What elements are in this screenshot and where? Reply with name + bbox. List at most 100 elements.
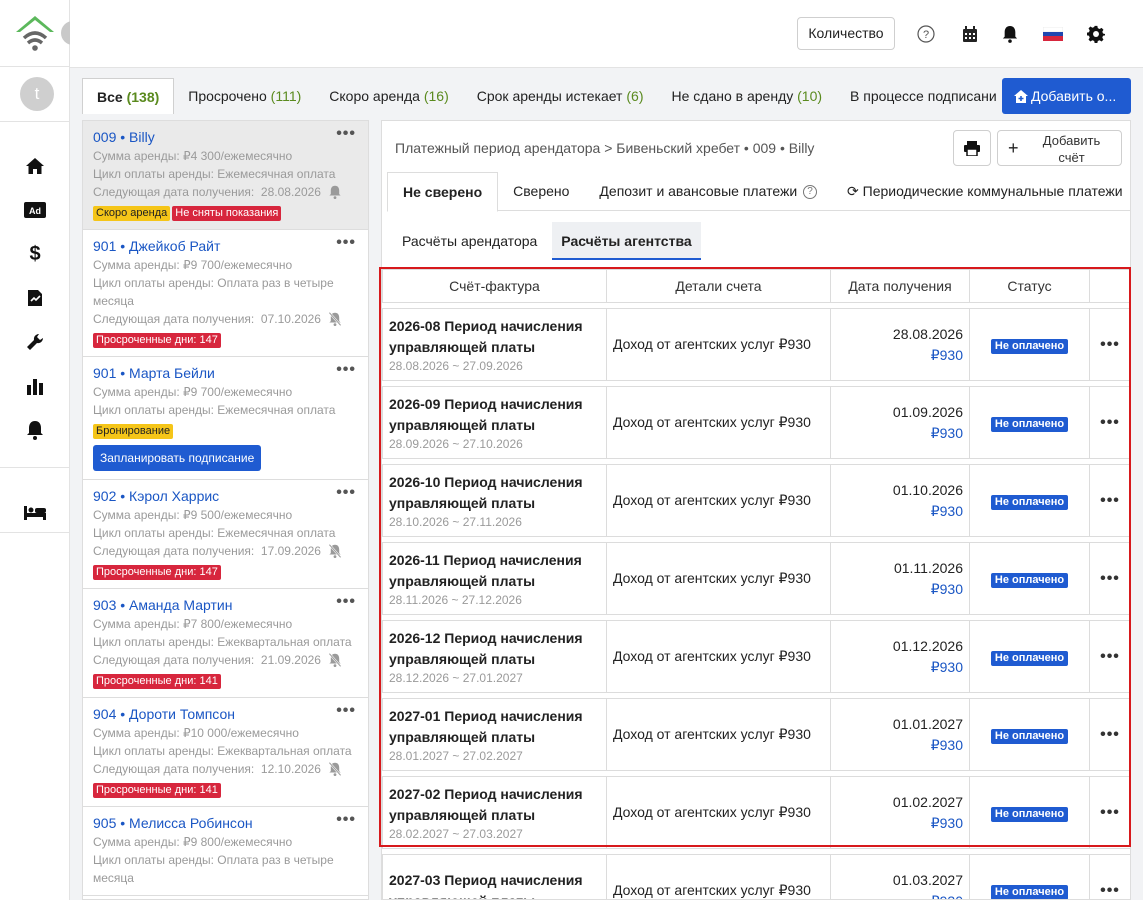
reconcile-tabs: Не сверено Сверено Депозит и авансовые пла… [387, 172, 1130, 212]
tenant-card[interactable]: 905 • Мелисса Робинсон ••• Сумма аренды:… [83, 807, 368, 896]
tenant-name[interactable]: Мелисса Робинсон [129, 815, 253, 831]
russian-flag-icon[interactable] [1043, 24, 1063, 44]
subtab-tenant-settlements[interactable]: Расчёты арендатора [393, 222, 546, 260]
tenant-name[interactable]: Аманда Мартин [129, 597, 232, 613]
more-options-icon[interactable]: ••• [336, 361, 356, 379]
row-actions-icon[interactable]: ••• [1089, 620, 1130, 693]
invoice-title[interactable]: 2026-09 Период начисления управляющей пл… [389, 394, 600, 436]
more-options-icon[interactable]: ••• [336, 593, 356, 611]
help-icon[interactable]: ? [803, 185, 818, 200]
avatar[interactable]: t [20, 77, 54, 111]
invoice-title[interactable]: 2026-11 Период начисления управляющей пл… [389, 550, 600, 592]
tab-periodic-utilities[interactable]: ⟳ Периодические коммунальные платежи [832, 172, 1130, 211]
table-row[interactable]: 2027-01 Период начисления управляющей пл… [382, 698, 1130, 771]
row-actions-icon[interactable]: ••• [1089, 854, 1130, 899]
tenant-card[interactable]: 009 • Billy ••• Сумма аренды: ₽4 300/еже… [83, 121, 368, 230]
quantity-button[interactable]: Количество [797, 17, 895, 50]
table-row[interactable]: 2026-08 Период начисления управляющей пл… [382, 308, 1130, 381]
add-home-icon [1014, 80, 1028, 114]
invoice-details: Доход от агентских услуг ₽930 [606, 854, 831, 899]
invoice-title[interactable]: 2026-12 Период начисления управляющей пл… [389, 628, 600, 670]
reminder-off-icon[interactable] [328, 653, 342, 667]
calendar-icon[interactable] [960, 24, 980, 44]
column-header-date[interactable]: Дата получения [830, 269, 970, 303]
invoice-period: 28.11.2026 ~ 27.12.2026 [389, 592, 522, 607]
tab-deposit[interactable]: Депозит и авансовые платежи ? [584, 172, 832, 211]
add-object-button[interactable]: Добавить о... [1002, 78, 1131, 114]
reminder-bell-icon[interactable] [328, 185, 342, 199]
next-date: 21.09.2026 [260, 653, 321, 667]
row-actions-icon[interactable]: ••• [1089, 308, 1130, 381]
filter-tab-all[interactable]: Все (138) [82, 78, 175, 114]
row-actions-icon[interactable]: ••• [1089, 698, 1130, 771]
column-header-details[interactable]: Детали счета [606, 269, 831, 303]
rent-amount: Сумма аренды: ₽4 300/ежемесячно [93, 149, 293, 163]
tenant-unit: 903 [93, 597, 117, 613]
table-row[interactable]: 2027-03 Период начисления управляющей пл… [382, 854, 1130, 900]
tenant-card[interactable]: 904 • Дороти Томпсон ••• Сумма аренды: ₽… [83, 698, 368, 807]
tenant-name[interactable]: Billy [129, 129, 155, 145]
reminder-off-icon[interactable] [328, 762, 342, 776]
table-row[interactable]: 2027-02 Период начисления управляющей пл… [382, 776, 1130, 849]
table-row[interactable]: 2026-11 Период начисления управляющей пл… [382, 542, 1130, 615]
invoice-amount: ₽930 [930, 580, 963, 597]
help-icon[interactable]: ? [916, 24, 936, 44]
table-row[interactable]: 2026-10 Период начисления управляющей пл… [382, 464, 1130, 537]
home-icon[interactable] [23, 154, 47, 178]
ad-icon[interactable]: Ad [23, 198, 47, 222]
invoice-title[interactable]: 2027-01 Период начисления управляющей пл… [389, 706, 600, 748]
more-options-icon[interactable]: ••• [336, 125, 356, 143]
subtab-agency-settlements[interactable]: Расчёты агентства [552, 222, 701, 260]
filter-tab-expiring[interactable]: Срок аренды истекает (6) [463, 78, 658, 114]
row-actions-icon[interactable]: ••• [1089, 542, 1130, 615]
more-options-icon[interactable]: ••• [336, 811, 356, 829]
add-account-button[interactable]: + Добавить счёт [997, 130, 1122, 166]
reminder-off-icon[interactable] [328, 312, 342, 326]
contract-icon[interactable] [23, 286, 47, 310]
row-actions-icon[interactable]: ••• [1089, 386, 1130, 459]
more-options-icon[interactable]: ••• [336, 484, 356, 502]
tenant-card[interactable]: 901 • Марта Бейли ••• Сумма аренды: ₽9 7… [83, 357, 368, 480]
rent-amount: Сумма аренды: ₽9 700/ежемесячно [93, 258, 293, 272]
tab-not-reconciled[interactable]: Не сверено [387, 172, 499, 212]
invoice-details: Доход от агентских услуг ₽930 [606, 698, 831, 771]
tenant-name[interactable]: Джейкоб Райт [129, 238, 220, 254]
settings-gear-icon[interactable] [1086, 24, 1106, 44]
invoice-period: 28.10.2026 ~ 27.11.2026 [389, 514, 522, 529]
divider [0, 121, 70, 122]
row-actions-icon[interactable]: ••• [1089, 776, 1130, 849]
column-header-status[interactable]: Статус [969, 269, 1090, 303]
tenant-card[interactable]: 901 • Джейкоб Райт ••• Сумма аренды: ₽9 … [83, 230, 368, 357]
tenant-name[interactable]: Дороти Томпсон [129, 706, 235, 722]
table-row[interactable]: 2026-09 Период начисления управляющей пл… [382, 386, 1130, 459]
tenant-name[interactable]: Кэрол Харрис [129, 488, 219, 504]
row-actions-icon[interactable]: ••• [1089, 464, 1130, 537]
column-header-invoice[interactable]: Счёт-фактура [382, 269, 607, 303]
invoice-title[interactable]: 2026-10 Период начисления управляющей пл… [389, 472, 600, 514]
tenant-unit: 901 [93, 365, 117, 381]
bell-icon[interactable] [23, 418, 47, 442]
tab-reconciled[interactable]: Сверено [498, 172, 584, 211]
schedule-signing-button[interactable]: Запланировать подписание [93, 445, 262, 471]
notification-bell-icon[interactable] [1000, 24, 1020, 44]
tenant-name[interactable]: Марта Бейли [129, 365, 215, 381]
filter-tab-soon-lease[interactable]: Скоро аренда (16) [315, 78, 462, 114]
filter-tab-signing[interactable]: В процессе подписания [836, 78, 997, 114]
tenant-card[interactable]: 902 • Кэрол Харрис ••• Сумма аренды: ₽9 … [83, 480, 368, 589]
table-row[interactable]: 2026-12 Период начисления управляющей пл… [382, 620, 1130, 693]
bed-icon[interactable] [23, 500, 47, 524]
wrench-icon[interactable] [23, 330, 47, 354]
invoice-title[interactable]: 2026-08 Период начисления управляющей пл… [389, 316, 600, 358]
print-button[interactable] [953, 130, 991, 166]
more-options-icon[interactable]: ••• [336, 234, 356, 252]
bar-chart-icon[interactable] [23, 374, 47, 398]
invoice-title[interactable]: 2027-03 Период начисления управляющей пл… [389, 870, 600, 900]
dollar-icon[interactable]: $ [23, 242, 47, 266]
invoice-title[interactable]: 2027-02 Период начисления управляющей пл… [389, 784, 600, 826]
tenant-card[interactable]: 903 • Аманда Мартин ••• Сумма аренды: ₽7… [83, 589, 368, 698]
filter-tab-overdue[interactable]: Просрочено (111) [174, 78, 315, 114]
reminder-off-icon[interactable] [328, 544, 342, 558]
filter-tab-not-rented[interactable]: Не сдано в аренду (10) [658, 78, 837, 114]
app-logo[interactable] [14, 14, 56, 52]
more-options-icon[interactable]: ••• [336, 702, 356, 720]
